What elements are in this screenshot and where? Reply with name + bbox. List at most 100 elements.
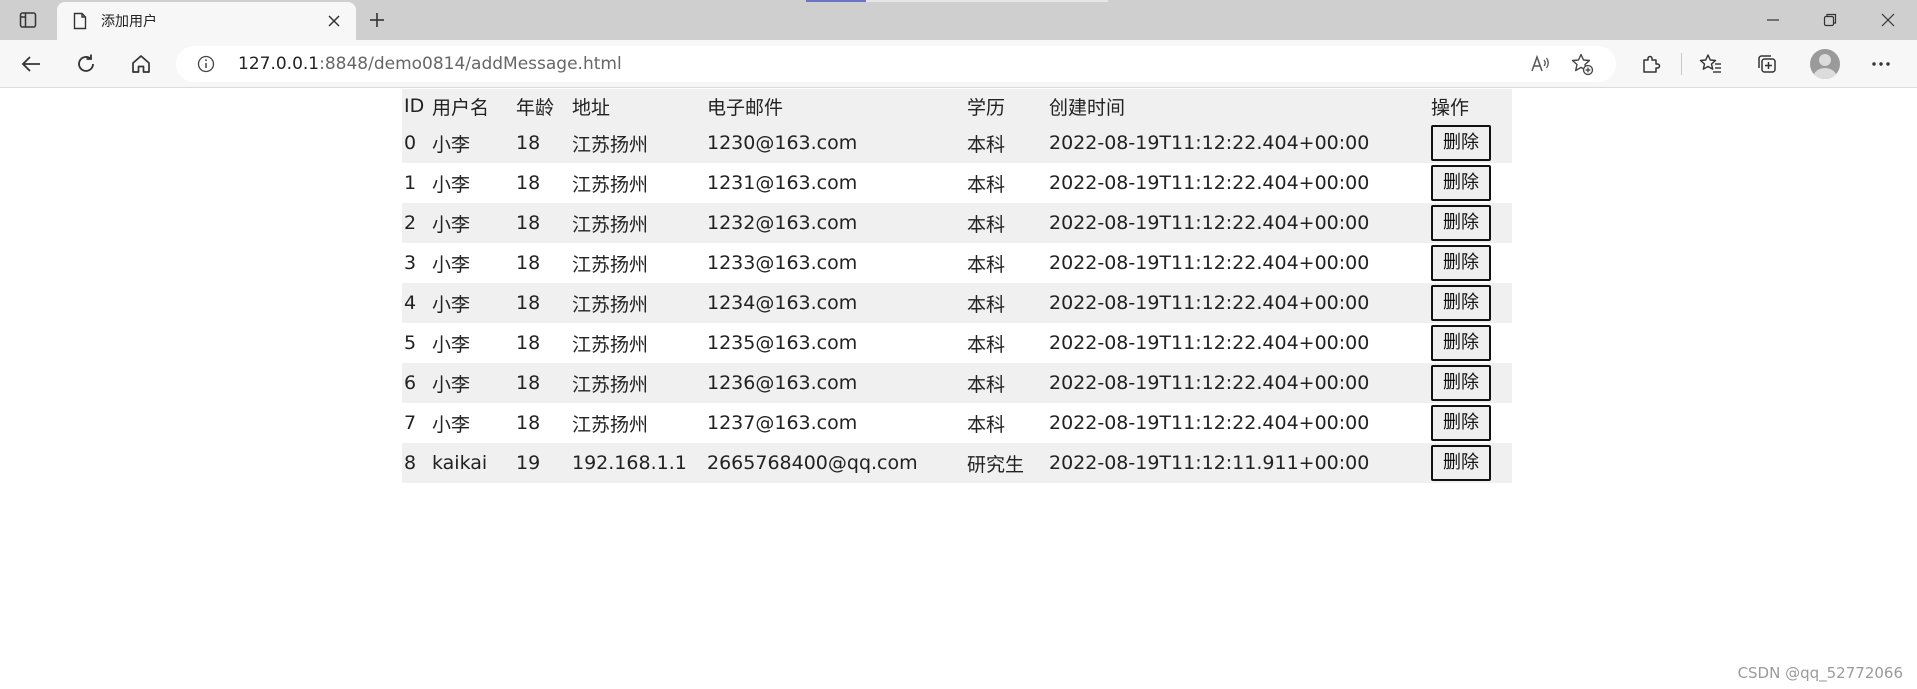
cell-id: 3	[404, 252, 417, 274]
cell-education: 本科	[967, 213, 1006, 236]
home-icon	[132, 55, 150, 73]
cell-address: 江苏扬州	[572, 253, 649, 276]
avatar-body	[1813, 68, 1837, 79]
cell-id: 5	[404, 332, 417, 354]
cell-education: 本科	[967, 253, 1006, 276]
cell-id: 8	[404, 452, 417, 474]
url-text[interactable]: 127.0.0.1:8848/demo0814/addMessage.html	[238, 54, 622, 74]
cell-username: kaikai	[432, 452, 488, 474]
table-row: 7 小李 18 江苏扬州 1237@163.com 本科 2022-08-19T…	[402, 403, 1512, 443]
cell-email: 2665768400@qq.com	[707, 452, 918, 474]
read-aloud-icon[interactable]	[1528, 52, 1552, 76]
close-icon	[1881, 13, 1895, 27]
cell-id: 7	[404, 412, 417, 434]
cell-email: 1231@163.com	[707, 172, 858, 194]
tab-strip-accent	[806, 0, 866, 2]
header-id: ID	[404, 95, 425, 117]
header-username: 用户名	[432, 96, 490, 119]
cell-email: 1233@163.com	[707, 252, 858, 274]
new-tab-button[interactable]	[362, 0, 392, 40]
cell-created-time: 2022-08-19T11:12:11.911+00:00	[1049, 452, 1370, 474]
delete-button[interactable]: 删除	[1431, 245, 1491, 281]
cell-id: 0	[404, 132, 417, 154]
delete-button[interactable]: 删除	[1431, 165, 1491, 201]
cell-id: 6	[404, 372, 417, 394]
header-created-time: 创建时间	[1049, 96, 1126, 119]
cell-age: 18	[516, 412, 541, 434]
close-tab-icon[interactable]	[322, 9, 346, 33]
cell-email: 1237@163.com	[707, 412, 858, 434]
more-menu-button[interactable]	[1863, 46, 1899, 82]
cell-address: 江苏扬州	[572, 173, 649, 196]
cell-id: 4	[404, 292, 417, 314]
cell-created-time: 2022-08-19T11:12:22.404+00:00	[1049, 132, 1370, 154]
cell-username: 小李	[432, 413, 471, 436]
cell-education: 本科	[967, 373, 1006, 396]
cell-address: 江苏扬州	[572, 333, 649, 356]
cell-action: 删除	[1429, 203, 1512, 243]
delete-button[interactable]: 删除	[1431, 285, 1491, 321]
cell-action: 删除	[1429, 243, 1512, 283]
more-icon	[1872, 62, 1890, 66]
home-button[interactable]	[123, 46, 159, 82]
delete-button[interactable]: 删除	[1431, 445, 1491, 481]
header-email: 电子邮件	[707, 96, 784, 119]
cell-age: 18	[516, 132, 541, 154]
profile-avatar[interactable]	[1810, 49, 1840, 79]
cell-username: 小李	[432, 173, 471, 196]
cell-created-time: 2022-08-19T11:12:22.404+00:00	[1049, 372, 1370, 394]
info-icon[interactable]	[196, 54, 216, 74]
cell-education: 研究生	[967, 453, 1025, 476]
url-path: :8848/demo0814/addMessage.html	[319, 54, 622, 74]
watermark-text: CSDN @qq_52772066	[1737, 664, 1903, 682]
delete-button[interactable]: 删除	[1431, 365, 1491, 401]
cell-age: 18	[516, 212, 541, 234]
cell-action: 删除	[1429, 443, 1512, 483]
cell-email: 1230@163.com	[707, 132, 858, 154]
cell-education: 本科	[967, 173, 1006, 196]
cell-age: 19	[516, 452, 541, 474]
delete-button[interactable]: 删除	[1431, 325, 1491, 361]
tab-actions-button[interactable]	[8, 0, 48, 40]
cell-created-time: 2022-08-19T11:12:22.404+00:00	[1049, 252, 1370, 274]
cell-username: 小李	[432, 373, 471, 396]
cell-action: 删除	[1429, 123, 1512, 163]
restore-button[interactable]	[1808, 0, 1852, 40]
tab-actions-icon	[19, 12, 37, 28]
favorites-button[interactable]	[1693, 46, 1729, 82]
extensions-button[interactable]	[1633, 46, 1669, 82]
puzzle-icon	[1643, 55, 1661, 73]
plus-icon	[370, 13, 384, 27]
cell-education: 本科	[967, 333, 1006, 356]
address-bar[interactable]: 127.0.0.1:8848/demo0814/addMessage.html	[176, 46, 1616, 82]
back-button[interactable]	[13, 46, 49, 82]
cell-age: 18	[516, 332, 541, 354]
url-host: 127.0.0.1	[238, 54, 320, 74]
close-window-button[interactable]	[1866, 0, 1910, 40]
cell-address: 江苏扬州	[572, 213, 649, 236]
avatar-head	[1819, 54, 1831, 66]
refresh-button[interactable]	[68, 46, 104, 82]
cell-username: 小李	[432, 333, 471, 356]
active-tab[interactable]: 添加用户	[57, 2, 356, 40]
collections-button[interactable]	[1749, 46, 1785, 82]
header-education: 学历	[967, 96, 1006, 119]
tab-strip-divider	[866, 0, 1108, 2]
minimize-button[interactable]	[1751, 0, 1795, 40]
cell-age: 18	[516, 252, 541, 274]
cell-age: 18	[516, 292, 541, 314]
cell-id: 1	[404, 172, 417, 194]
table-row: 0 小李 18 江苏扬州 1230@163.com 本科 2022-08-19T…	[402, 123, 1512, 163]
table-row: 1 小李 18 江苏扬州 1231@163.com 本科 2022-08-19T…	[402, 163, 1512, 203]
header-action: 操作	[1431, 96, 1470, 119]
page-content: ID 用户名 年龄 地址 电子邮件 学历 创建时间 操作 0 小李 18 江苏扬…	[0, 89, 1917, 689]
cell-created-time: 2022-08-19T11:12:22.404+00:00	[1049, 172, 1370, 194]
cell-age: 18	[516, 372, 541, 394]
add-favorite-icon[interactable]	[1570, 52, 1594, 76]
header-address: 地址	[572, 96, 611, 119]
cell-created-time: 2022-08-19T11:12:22.404+00:00	[1049, 412, 1370, 434]
delete-button[interactable]: 删除	[1431, 125, 1491, 161]
delete-button[interactable]: 删除	[1431, 205, 1491, 241]
delete-button[interactable]: 删除	[1431, 405, 1491, 441]
tab-title: 添加用户	[101, 14, 157, 30]
